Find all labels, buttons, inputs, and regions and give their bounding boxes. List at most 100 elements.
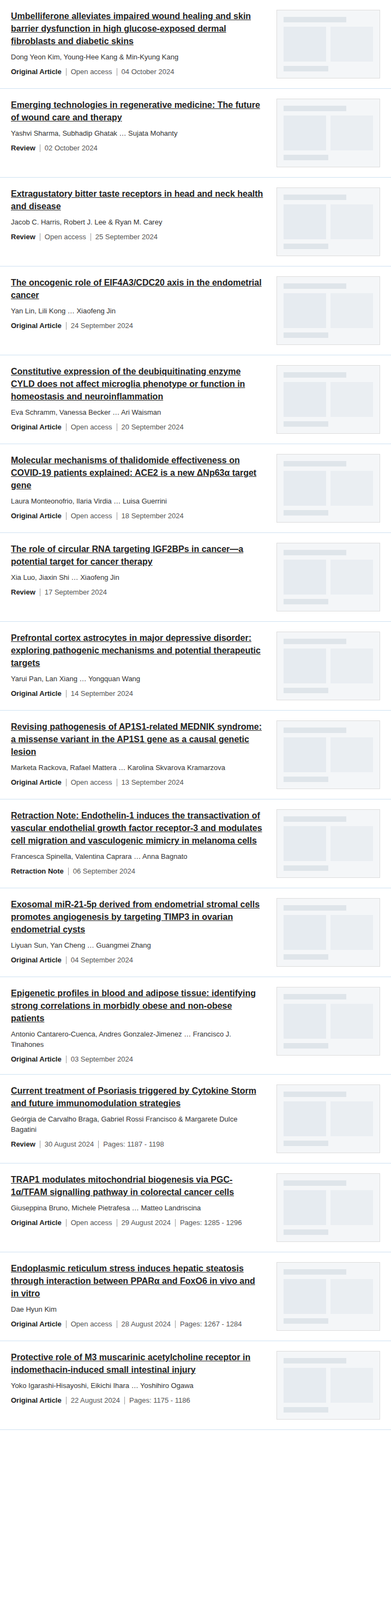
article-item: Molecular mechanisms of thalidomide effe… [0,444,391,534]
article-authors: Yan Lin, Lili Kong … Xiaofeng Jin [10,305,264,317]
article-meta: Original ArticleOpen access04 October 20… [10,66,264,77]
article-date: 02 October 2024 [44,142,98,154]
separator [175,1219,176,1228]
article-type: Original Article [10,777,62,788]
article-meta: Original ArticleOpen access18 September … [10,510,264,522]
article-title[interactable]: Extragustatory bitter taste receptors in… [10,187,264,213]
article-item: Extragustatory bitter taste receptors in… [0,177,391,267]
article-item: Umbelliferone alleviates impaired wound … [0,0,391,89]
article-meta: Review02 October 2024 [10,142,264,154]
article-title[interactable]: TRAP1 modulates mitochondrial biogenesis… [10,1174,264,1200]
article-meta: Original Article03 September 2024 [10,1054,264,1066]
article-thumbnail[interactable] [276,187,381,257]
article-thumbnail[interactable] [276,1174,381,1243]
article-thumbnail[interactable] [276,1351,381,1421]
article-meta: Original ArticleOpen access20 September … [10,422,264,433]
article-title[interactable]: Endoplasmic reticulum stress induces hep… [10,1262,264,1301]
article-date: 28 August 2024 [121,1319,171,1331]
article-authors: Laura Monteonofrio, Ilaria Virdia … Luis… [10,496,264,507]
article-item: The oncogenic role of EIF4A3/CDC20 axis … [0,266,391,356]
article-date: 30 August 2024 [44,1139,94,1151]
article-title[interactable]: Prefrontal cortex astrocytes in major de… [10,632,264,670]
article-thumbnail[interactable] [276,1085,381,1154]
article-type: Original Article [10,320,62,332]
separator [39,1141,41,1150]
article-title[interactable]: The oncogenic role of EIF4A3/CDC20 axis … [10,276,264,302]
article-type: Original Article [10,1319,62,1331]
article-title[interactable]: Revising pathogenesis of AP1S1-related M… [10,720,264,759]
article-pages: Pages: 1285 - 1296 [179,1218,242,1229]
article-date: 04 September 2024 [70,955,134,966]
article-meta: Original Article22 August 2024Pages: 117… [10,1396,264,1407]
separator [116,1321,118,1329]
article-type: Original Article [10,422,62,433]
article-title[interactable]: Umbelliferone alleviates impaired wound … [10,9,264,48]
separator [65,1321,67,1329]
article-date: 04 October 2024 [121,66,175,77]
separator [65,957,67,965]
article-item: Prefrontal cortex astrocytes in major de… [0,622,391,712]
article-title[interactable]: Emerging technologies in regenerative me… [10,98,264,124]
article-authors: Geórgia de Carvalho Braga, Gabriel Rossi… [10,1114,264,1136]
article-authors: Dae Hyun Kim [10,1304,264,1316]
article-type: Original Article [10,66,62,77]
article-pages: Pages: 1175 - 1186 [129,1396,191,1407]
article-thumbnail[interactable] [276,720,381,790]
article-thumbnail[interactable] [276,9,381,79]
article-list-page: Umbelliferone alleviates impaired wound … [0,0,391,1431]
article-thumbnail[interactable] [276,98,381,168]
article-thumbnail[interactable] [276,365,381,435]
separator [65,779,67,787]
article-meta: ReviewOpen access25 September 2024 [10,231,264,243]
separator [39,233,41,242]
article-type: Review [10,231,36,243]
article-title[interactable]: Exosomal miR-21-5p derived from endometr… [10,898,264,937]
article-authors: Jacob C. Harris, Robert J. Lee & Ryan M.… [10,217,264,228]
separator [39,588,41,597]
article-title[interactable]: Protective role of M3 muscarinic acetylc… [10,1351,264,1377]
article-authors: Giuseppina Bruno, Michele Pietrafesa … M… [10,1203,264,1214]
separator [68,868,69,876]
article-date: 06 September 2024 [73,866,136,877]
article-thumbnail[interactable] [276,1262,381,1332]
separator [65,1056,67,1064]
separator [116,1219,118,1228]
article-authors: Yashvi Sharma, Subhadip Ghatak … Sujata … [10,128,264,139]
article-title[interactable]: Constitutive expression of the deubiquit… [10,365,264,403]
separator [65,423,67,432]
article-thumbnail[interactable] [276,276,381,346]
article-item: Constitutive expression of the deubiquit… [0,355,391,445]
article-authors: Antonio Cantarero-Cuenca, Andres Gonzale… [10,1029,264,1051]
article-thumbnail[interactable] [276,543,381,612]
separator [175,1321,176,1329]
separator [65,68,67,76]
article-title[interactable]: Current treatment of Psoriasis triggered… [10,1085,264,1111]
article-meta: Original ArticleOpen access29 August 202… [10,1218,264,1229]
article-thumbnail[interactable] [276,987,381,1057]
separator [39,144,41,153]
article-thumbnail[interactable] [276,454,381,523]
article-meta: Original Article14 September 2024 [10,688,264,700]
article-date: 20 September 2024 [121,422,184,433]
article-authors: Marketa Rackova, Rafael Mattera … Karoli… [10,762,264,774]
separator [124,1397,125,1406]
article-title[interactable]: Epigenetic profiles in blood and adipose… [10,987,264,1026]
article-thumbnail[interactable] [276,898,381,968]
article-title[interactable]: The role of circular RNA targeting IGF2B… [10,543,264,569]
article-date: 25 September 2024 [95,231,158,243]
article-item: Emerging technologies in regenerative me… [0,88,391,178]
article-meta: Original Article24 September 2024 [10,320,264,332]
open-access-label: Open access [70,1319,113,1331]
article-item: Current treatment of Psoriasis triggered… [0,1075,391,1165]
article-thumbnail[interactable] [276,809,381,879]
article-pages: Pages: 1187 - 1198 [103,1139,165,1151]
article-title[interactable]: Molecular mechanisms of thalidomide effe… [10,454,264,492]
article-thumbnail[interactable] [276,632,381,701]
open-access-label: Open access [70,777,113,788]
article-meta: Review17 September 2024 [10,587,264,598]
open-access-label: Open access [70,1218,113,1229]
article-meta: Original Article Open access 28 August 202… [10,1319,264,1331]
article-title[interactable]: Retraction Note: Endothelin-1 induces th… [10,809,264,848]
separator [116,512,118,521]
article-item: TRAP1 modulates mitochondrial biogenesis… [0,1164,391,1254]
